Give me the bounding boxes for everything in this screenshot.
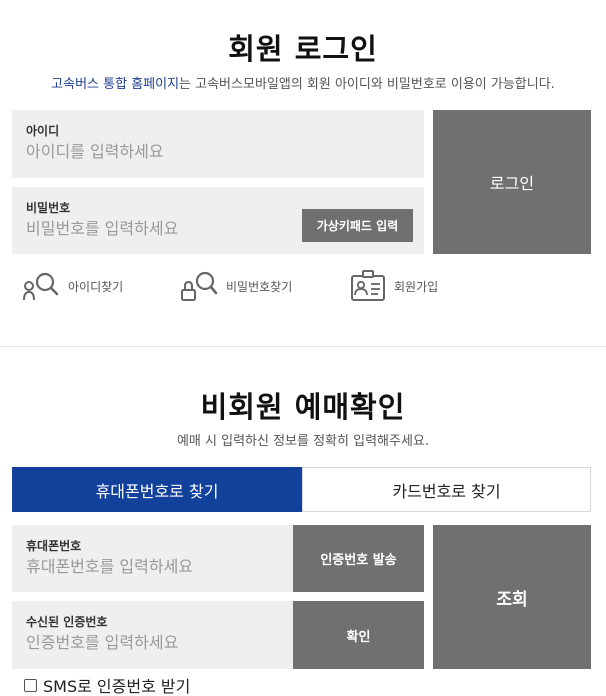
- sms-checkbox-label: SMS로 인증번호 받기: [43, 677, 191, 696]
- find-password-link[interactable]: 비밀번호찾기: [180, 270, 292, 302]
- virtual-keypad-button[interactable]: 가상키패드 입력: [302, 209, 413, 242]
- guest-title: 비회원 예매확인: [200, 390, 406, 424]
- login-title: 회원 로그인: [228, 32, 378, 66]
- find-id-link[interactable]: 아이디찾기: [22, 270, 123, 302]
- find-password-icon: [180, 270, 218, 302]
- code-field[interactable]: 수신된 인증번호: [12, 601, 293, 669]
- code-label: 수신된 인증번호: [26, 615, 108, 629]
- sms-option[interactable]: SMS로 인증번호 받기: [24, 673, 190, 696]
- send-code-button[interactable]: 인증번호 발송: [293, 525, 424, 592]
- find-password-label: 비밀번호찾기: [226, 279, 293, 294]
- phone-label: 휴대폰번호: [26, 539, 82, 553]
- find-id-label: 아이디찾기: [68, 279, 124, 294]
- phone-input[interactable]: [26, 557, 286, 576]
- login-subtitle: 고속버스 통합 홈페이지는 고속버스모바일앱의 회원 아이디와 비밀번호로 이용…: [0, 73, 606, 92]
- code-input[interactable]: [26, 633, 286, 652]
- subtitle-accent: 고속버스 통합 홈페이지: [51, 77, 180, 92]
- subtitle-text: 는 고속버스모바일앱의 회원 아이디와 비밀번호로 이용이 가능합니다.: [179, 77, 555, 92]
- sms-checkbox[interactable]: [24, 678, 37, 692]
- guest-subtitle: 예매 시 입력하신 정보를 정확히 입력해주세요.: [176, 434, 430, 449]
- phone-field[interactable]: 휴대폰번호: [12, 525, 293, 592]
- id-field[interactable]: 아이디: [12, 110, 424, 178]
- tab-card[interactable]: 카드번호로 찾기: [302, 467, 591, 512]
- signup-label: 회원가입: [394, 279, 439, 294]
- tab-phone[interactable]: 휴대폰번호로 찾기: [12, 467, 302, 512]
- confirm-button[interactable]: 확인: [293, 601, 424, 669]
- signup-icon: [350, 270, 386, 302]
- id-input[interactable]: [26, 142, 286, 161]
- section-divider: [0, 346, 606, 347]
- id-label: 아이디: [26, 124, 60, 138]
- signup-link[interactable]: 회원가입: [350, 270, 438, 302]
- login-button[interactable]: 로그인: [433, 110, 591, 254]
- find-id-icon: [22, 270, 60, 302]
- password-input[interactable]: [26, 219, 286, 238]
- password-label: 비밀번호: [26, 201, 71, 215]
- search-button[interactable]: 조회: [433, 525, 591, 669]
